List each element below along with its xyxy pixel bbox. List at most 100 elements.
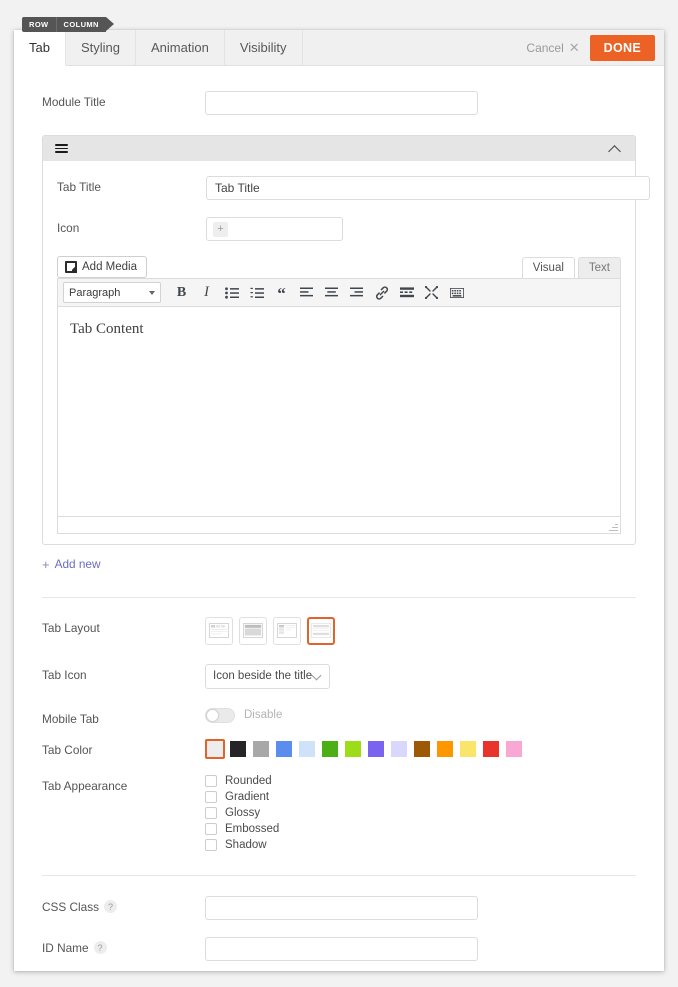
appearance-option-embossed[interactable]: Embossed (205, 822, 636, 835)
icon-row: Icon + (43, 217, 635, 241)
read-more-icon[interactable] (394, 281, 419, 305)
tab-animation-label: Animation (151, 40, 209, 55)
tab-tab[interactable]: Tab (14, 30, 66, 66)
format-select[interactable]: Paragraph (63, 282, 161, 303)
css-class-control (205, 895, 636, 920)
color-swatch-fill (506, 740, 522, 757)
toolbar-toggle-icon[interactable] (444, 281, 469, 305)
color-swatch-11[interactable] (458, 739, 478, 759)
mobile-tab-state-label: Disable (244, 709, 283, 721)
checkbox[interactable] (205, 822, 217, 835)
wp-editor-topbar: Add Media Visual Text (57, 254, 621, 278)
editor-content-area[interactable]: Tab Content (57, 307, 621, 517)
checkbox[interactable] (205, 790, 217, 803)
color-swatch-12[interactable] (481, 739, 501, 759)
add-new-button[interactable]: + Add new (42, 557, 101, 571)
blockquote-icon[interactable]: “ (269, 281, 294, 305)
help-icon[interactable]: ? (93, 941, 107, 954)
tab-visual[interactable]: Visual (521, 257, 575, 278)
appearance-option-rounded[interactable]: Rounded (205, 774, 636, 787)
color-swatch-2[interactable] (251, 739, 271, 759)
color-swatch-7[interactable] (366, 739, 386, 759)
color-swatch-fill (253, 740, 269, 757)
chevron-up-icon[interactable] (609, 145, 622, 153)
checkbox[interactable] (205, 838, 217, 851)
color-swatch-5[interactable] (320, 739, 340, 759)
tab-item-header[interactable] (43, 136, 635, 161)
appearance-option-gradient[interactable]: Gradient (205, 790, 636, 803)
tabbar-spacer (303, 30, 527, 65)
appearance-option-label: Rounded (225, 774, 272, 787)
tab-item-body: Tab Title Icon + (43, 161, 650, 544)
mobile-tab-toggle[interactable] (205, 707, 235, 723)
layout-top-tabs-option[interactable] (205, 616, 233, 645)
color-swatch-0[interactable] (205, 738, 225, 759)
help-icon[interactable]: ? (104, 900, 118, 913)
layout-accordion-option[interactable] (307, 616, 335, 645)
chevron-down-icon (149, 290, 155, 295)
color-swatch-4[interactable] (297, 739, 317, 759)
color-swatch-1[interactable] (228, 739, 248, 759)
module-title-row: Module Title (14, 66, 664, 135)
resize-handle[interactable] (609, 522, 618, 531)
breadcrumb-item-row[interactable]: ROW (22, 17, 56, 32)
add-new-label: Add new (54, 557, 101, 571)
checkbox[interactable] (205, 806, 217, 819)
appearance-option-glossy[interactable]: Glossy (205, 806, 636, 819)
drag-handle-icon[interactable] (55, 144, 68, 153)
tab-appearance-control: Rounded Gradient Glossy Embossed Shadow (205, 774, 636, 851)
add-media-button[interactable]: Add Media (57, 256, 147, 278)
tab-color-label: Tab Color (42, 742, 93, 757)
color-swatch-fill (368, 740, 384, 757)
format-select-value: Paragraph (69, 286, 121, 299)
color-swatch-10[interactable] (435, 739, 455, 759)
icon-picker[interactable]: + (206, 217, 343, 241)
breadcrumb-item-column[interactable]: COLUMN (56, 17, 106, 32)
numbered-list-icon[interactable] (244, 281, 269, 305)
fullscreen-icon[interactable] (419, 281, 444, 305)
tab-icon-value: Icon beside the title (213, 670, 313, 682)
bold-icon[interactable]: B (169, 281, 194, 305)
layout-left-vertical-option[interactable] (273, 616, 301, 645)
tab-color-swatches (205, 738, 636, 759)
breadcrumb-column-label: COLUMN (63, 20, 99, 29)
color-swatch-3[interactable] (274, 739, 294, 759)
tab-title-input[interactable] (206, 176, 650, 200)
mobile-tab-label: Mobile Tab (42, 711, 99, 726)
id-name-input[interactable] (205, 936, 478, 961)
module-title-input[interactable] (205, 91, 478, 115)
tab-icon-row: Tab Icon Icon beside the title (14, 663, 664, 708)
tab-layout-label: Tab Layout (42, 620, 100, 635)
tab-visibility[interactable]: Visibility (225, 30, 303, 65)
panel-body: Module Title Tab Title Tab Title Icon + … (14, 66, 664, 961)
color-swatch-6[interactable] (343, 739, 363, 759)
color-swatch-13[interactable] (504, 739, 524, 759)
done-button[interactable]: DONE (589, 34, 655, 61)
tab-color-row: Tab Color (14, 738, 664, 775)
color-swatch-fill (437, 740, 453, 757)
tab-animation[interactable]: Animation (136, 30, 225, 65)
tab-text[interactable]: Text (577, 257, 621, 278)
align-center-icon[interactable] (319, 281, 344, 305)
checkbox[interactable] (205, 774, 217, 787)
icon-label: Icon (57, 221, 80, 235)
color-swatch-8[interactable] (389, 739, 409, 759)
cancel-button[interactable]: Cancel ✕ (526, 30, 589, 65)
color-swatch-9[interactable] (412, 739, 432, 759)
tab-layout-options (205, 616, 636, 645)
color-swatch-fill (276, 740, 292, 757)
css-class-input[interactable] (205, 895, 478, 920)
tab-visibility-label: Visibility (239, 40, 287, 55)
link-icon[interactable] (369, 281, 394, 305)
tab-icon-select[interactable]: Icon beside the title (205, 663, 330, 689)
bulleted-list-icon[interactable] (219, 281, 244, 305)
italic-icon[interactable]: I (194, 281, 219, 305)
layout-filled-option[interactable] (239, 616, 267, 645)
tab-appearance-label: Tab Appearance (42, 778, 128, 793)
align-right-icon[interactable] (344, 281, 369, 305)
appearance-option-shadow[interactable]: Shadow (205, 838, 636, 851)
align-left-icon[interactable] (294, 281, 319, 305)
tab-styling[interactable]: Styling (66, 30, 136, 65)
toggle-knob (207, 709, 218, 721)
settings-panel: Tab Styling Animation Visibility Cancel … (14, 30, 664, 971)
